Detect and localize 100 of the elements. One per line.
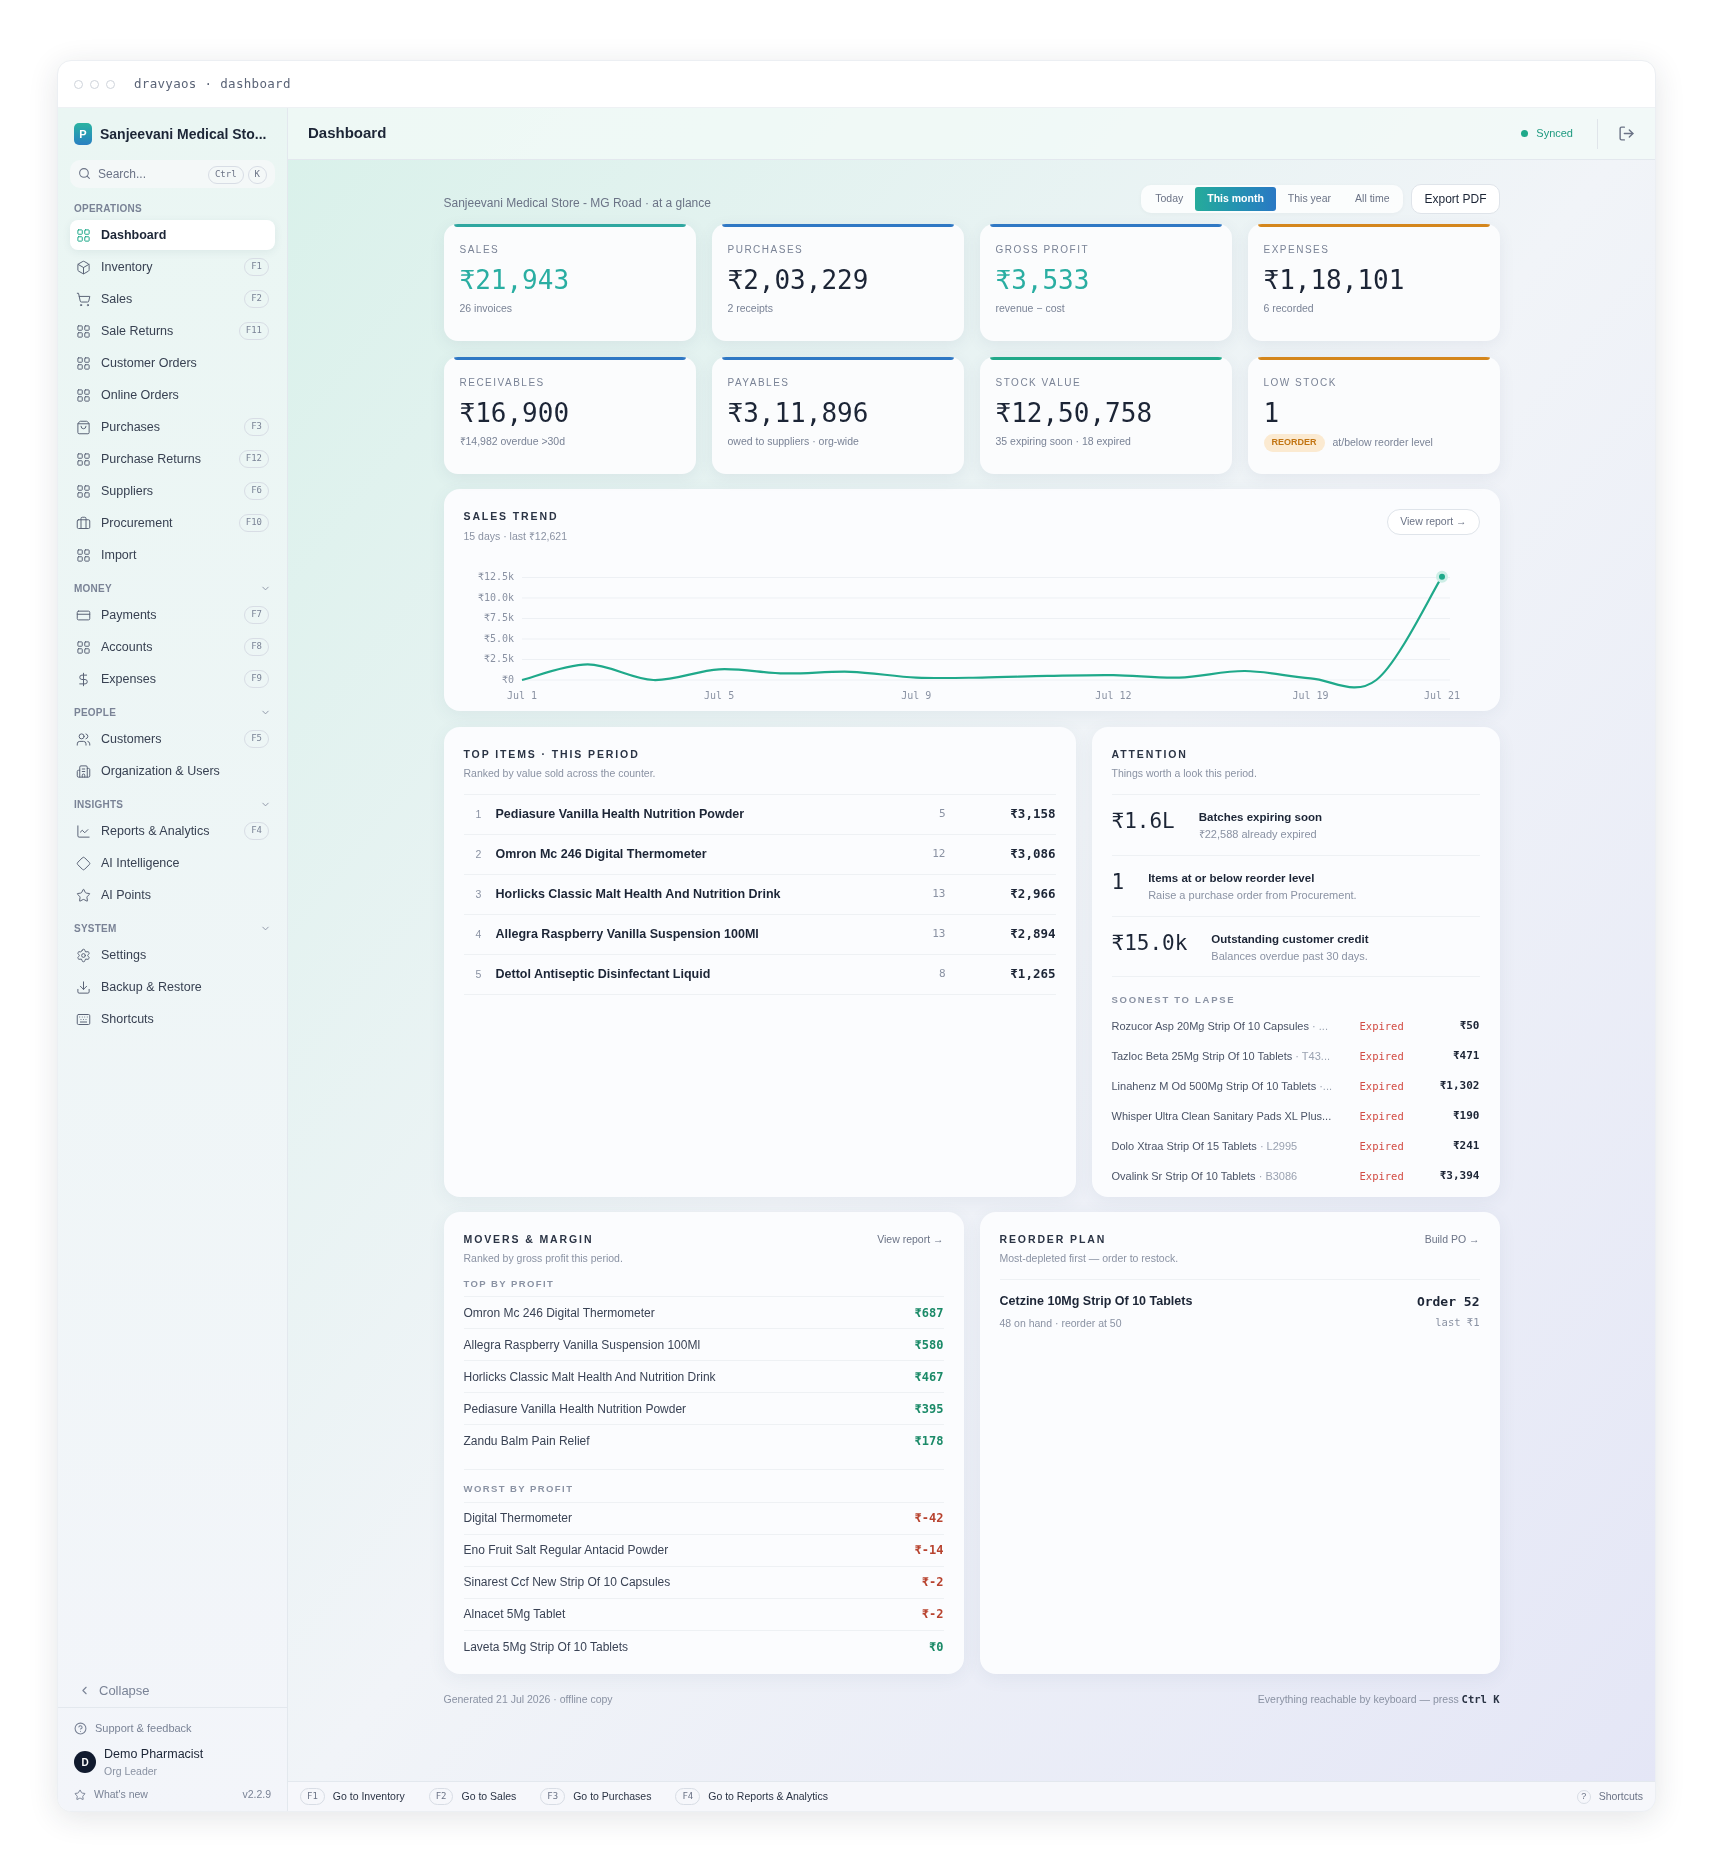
kpi-value: ₹12,50,758 [995, 397, 1154, 430]
nav-label: Purchases [101, 418, 162, 436]
kpi-value: ₹16,900 [459, 397, 571, 430]
rank-number: 1 [474, 806, 483, 822]
attention-detail: Balances overdue past 30 days. [1211, 948, 1369, 964]
expiry-status: Expired [1359, 1108, 1405, 1124]
box-icon [76, 259, 91, 275]
support-link[interactable]: Support & feedback [74, 1720, 271, 1737]
y-tick-label: ₹12.5k [477, 570, 514, 582]
mover-name: Eno Fruit Salt Regular Antacid Powder [463, 1542, 670, 1559]
nav-item[interactable]: Settings [70, 940, 275, 970]
period-tab[interactable]: All time [1343, 187, 1402, 211]
x-tick-label: Jul 19 [1292, 689, 1329, 701]
expiry-status: Expired [1359, 1138, 1405, 1154]
nav-label: Sale Returns [101, 322, 175, 340]
nav-item[interactable]: Customer Orders [70, 348, 275, 378]
nav-label: Expenses [101, 670, 157, 688]
kpi-label: LOW STOCK [1263, 376, 1338, 390]
attention-figure: ₹15.0k [1111, 929, 1188, 957]
nav-item[interactable]: Shortcuts [70, 1004, 275, 1034]
mover-name: Sinarest Ccf New Strip Of 10 Capsules [463, 1574, 672, 1591]
kpi-note: 35 expiring soon · 18 expired [995, 434, 1131, 449]
reorder-item-name: Cetzine 10Mg Strip Of 10 Tablets [999, 1293, 1193, 1310]
nav-label: Dashboard [101, 226, 168, 244]
mover-name: Zandu Balm Pain Relief [463, 1433, 591, 1451]
item-name: Pediasure Vanilla Health Nutrition Powder [495, 806, 746, 824]
store-name[interactable]: Sanjeevani Medical Sto... [100, 123, 267, 145]
nav-item[interactable]: Online Orders [70, 380, 275, 410]
period-tab[interactable]: This month [1195, 187, 1276, 211]
nav-item[interactable]: Import [70, 540, 275, 570]
profit-amount: ₹467 [914, 1368, 944, 1386]
lapse-item-name: Ovalink Sr Strip Of 10 Tablets · B3086 [1111, 1169, 1299, 1185]
reorder-detail: 48 on hand · reorder at 50 [999, 1315, 1123, 1331]
nav-label: Suppliers [101, 482, 155, 500]
nav-label: Import [101, 546, 138, 564]
kpi-label: PURCHASES [727, 243, 805, 257]
profit-amount: ₹-42 [914, 1510, 944, 1527]
card-icon [76, 607, 91, 623]
period-tab[interactable]: Today [1143, 187, 1196, 211]
shortcut-hint[interactable]: F3 Go to Purchases [540, 1787, 652, 1806]
item-row[interactable]: 3 Horlicks Classic Malt Health And Nutrition Drink 13 ₹2,966 [463, 875, 1056, 915]
nav-label: Settings [101, 946, 148, 964]
section-heading: SYSTEM [74, 921, 117, 936]
nav-item[interactable]: AI Intelligence [70, 848, 275, 878]
shortcut-hint[interactable]: F4 Go to Reports & Analytics [675, 1787, 828, 1806]
nav-item[interactable]: AI Points [70, 880, 275, 910]
item-name: Dettol Antiseptic Disinfectant Liquid [495, 966, 712, 984]
card-link[interactable]: Build PO → [1424, 1231, 1480, 1248]
nav-item[interactable]: Dashboard [70, 220, 275, 250]
y-tick-label: ₹10.0k [477, 591, 514, 603]
nav-label: Organization & Users [101, 762, 221, 780]
item-row[interactable]: 2 Omron Mc 246 Digital Thermometer 12 ₹3,086 [463, 835, 1056, 875]
shortcuts-link[interactable]: ? Shortcuts [1576, 1788, 1643, 1805]
shortcut-hint[interactable]: F2 Go to Sales [428, 1787, 517, 1806]
item-amount: ₹3,158 [1009, 805, 1056, 824]
nav-item[interactable]: Inventory F1 [70, 252, 275, 282]
nav-item[interactable]: Purchase Returns F12 [70, 444, 275, 474]
users-icon [76, 731, 91, 747]
kpi-note: at/below reorder level [1332, 434, 1433, 450]
nav-item[interactable]: Suppliers F6 [70, 476, 275, 506]
shortcut-hint[interactable]: F1 Go to Inventory [300, 1787, 405, 1806]
nav-label: Online Orders [101, 386, 180, 404]
period-tab[interactable]: This year [1275, 187, 1344, 211]
nav-item[interactable]: Accounts F8 [70, 632, 275, 662]
nav-item[interactable]: Organization & Users [70, 756, 275, 786]
mover-name: Allegra Raspberry Vanilla Suspension 100Ml [463, 1336, 702, 1354]
nav-item[interactable]: Procurement F10 [70, 508, 275, 538]
item-name: Horlicks Classic Malt Health And Nutrition Drink [495, 886, 782, 904]
user-name: Demo Pharmacist [104, 1745, 204, 1763]
item-row[interactable]: 1 Pediasure Vanilla Health Nutrition Powder 5 ₹3,158 [463, 795, 1056, 835]
card-subtitle: Ranked by value sold across the counter. [463, 766, 656, 782]
nav-item[interactable]: Expenses F9 [70, 664, 275, 694]
card-link[interactable]: View report → [877, 1231, 944, 1248]
kpi-note: 2 receipts [727, 301, 774, 316]
expiry-status: Expired [1359, 1078, 1405, 1094]
nav-item[interactable]: Customers F5 [70, 724, 275, 754]
item-row[interactable]: 4 Allegra Raspberry Vanilla Suspension 100Ml 13 ₹2,894 [463, 915, 1056, 955]
lapse-item-name: Tazloc Beta 25Mg Strip Of 10 Tablets · T43... [1111, 1049, 1331, 1065]
nav-item[interactable]: Sales F2 [70, 284, 275, 314]
item-row[interactable]: 5 Dettol Antiseptic Disinfectant Liquid 8 ₹1,265 [463, 955, 1056, 995]
grid-icon [76, 355, 91, 371]
attention-detail: Raise a purchase order from Procurement. [1148, 888, 1357, 903]
collapse-button[interactable]: Collapse [58, 1673, 287, 1708]
nav-item[interactable]: Backup & Restore [70, 972, 275, 1002]
nav-item[interactable]: Sale Returns F11 [70, 316, 275, 346]
lapse-item-name: Whisper Ultra Clean Sanitary Pads XL Plus... [1111, 1109, 1333, 1125]
logout-icon[interactable] [1618, 125, 1635, 142]
whats-new-link[interactable]: What's new [94, 1787, 235, 1803]
export-pdf-button[interactable]: Export PDF [1411, 184, 1500, 214]
kpi-label: STOCK VALUE [995, 376, 1083, 390]
nav-label: Accounts [101, 638, 154, 656]
x-tick-label: Jul 5 [703, 689, 734, 701]
card-link[interactable]: View report → [1387, 509, 1480, 535]
nav-label: AI Intelligence [101, 854, 181, 872]
nav-item[interactable]: Reports & Analytics F4 [70, 816, 275, 846]
nav-item[interactable]: Payments F7 [70, 600, 275, 630]
profit-amount: ₹-14 [914, 1542, 944, 1559]
nav-item[interactable]: Purchases F3 [70, 412, 275, 442]
overview-subtitle: Sanjeevani Medical Store - MG Road · at a glance [443, 195, 711, 212]
kpi-note: revenue − cost [995, 301, 1065, 316]
